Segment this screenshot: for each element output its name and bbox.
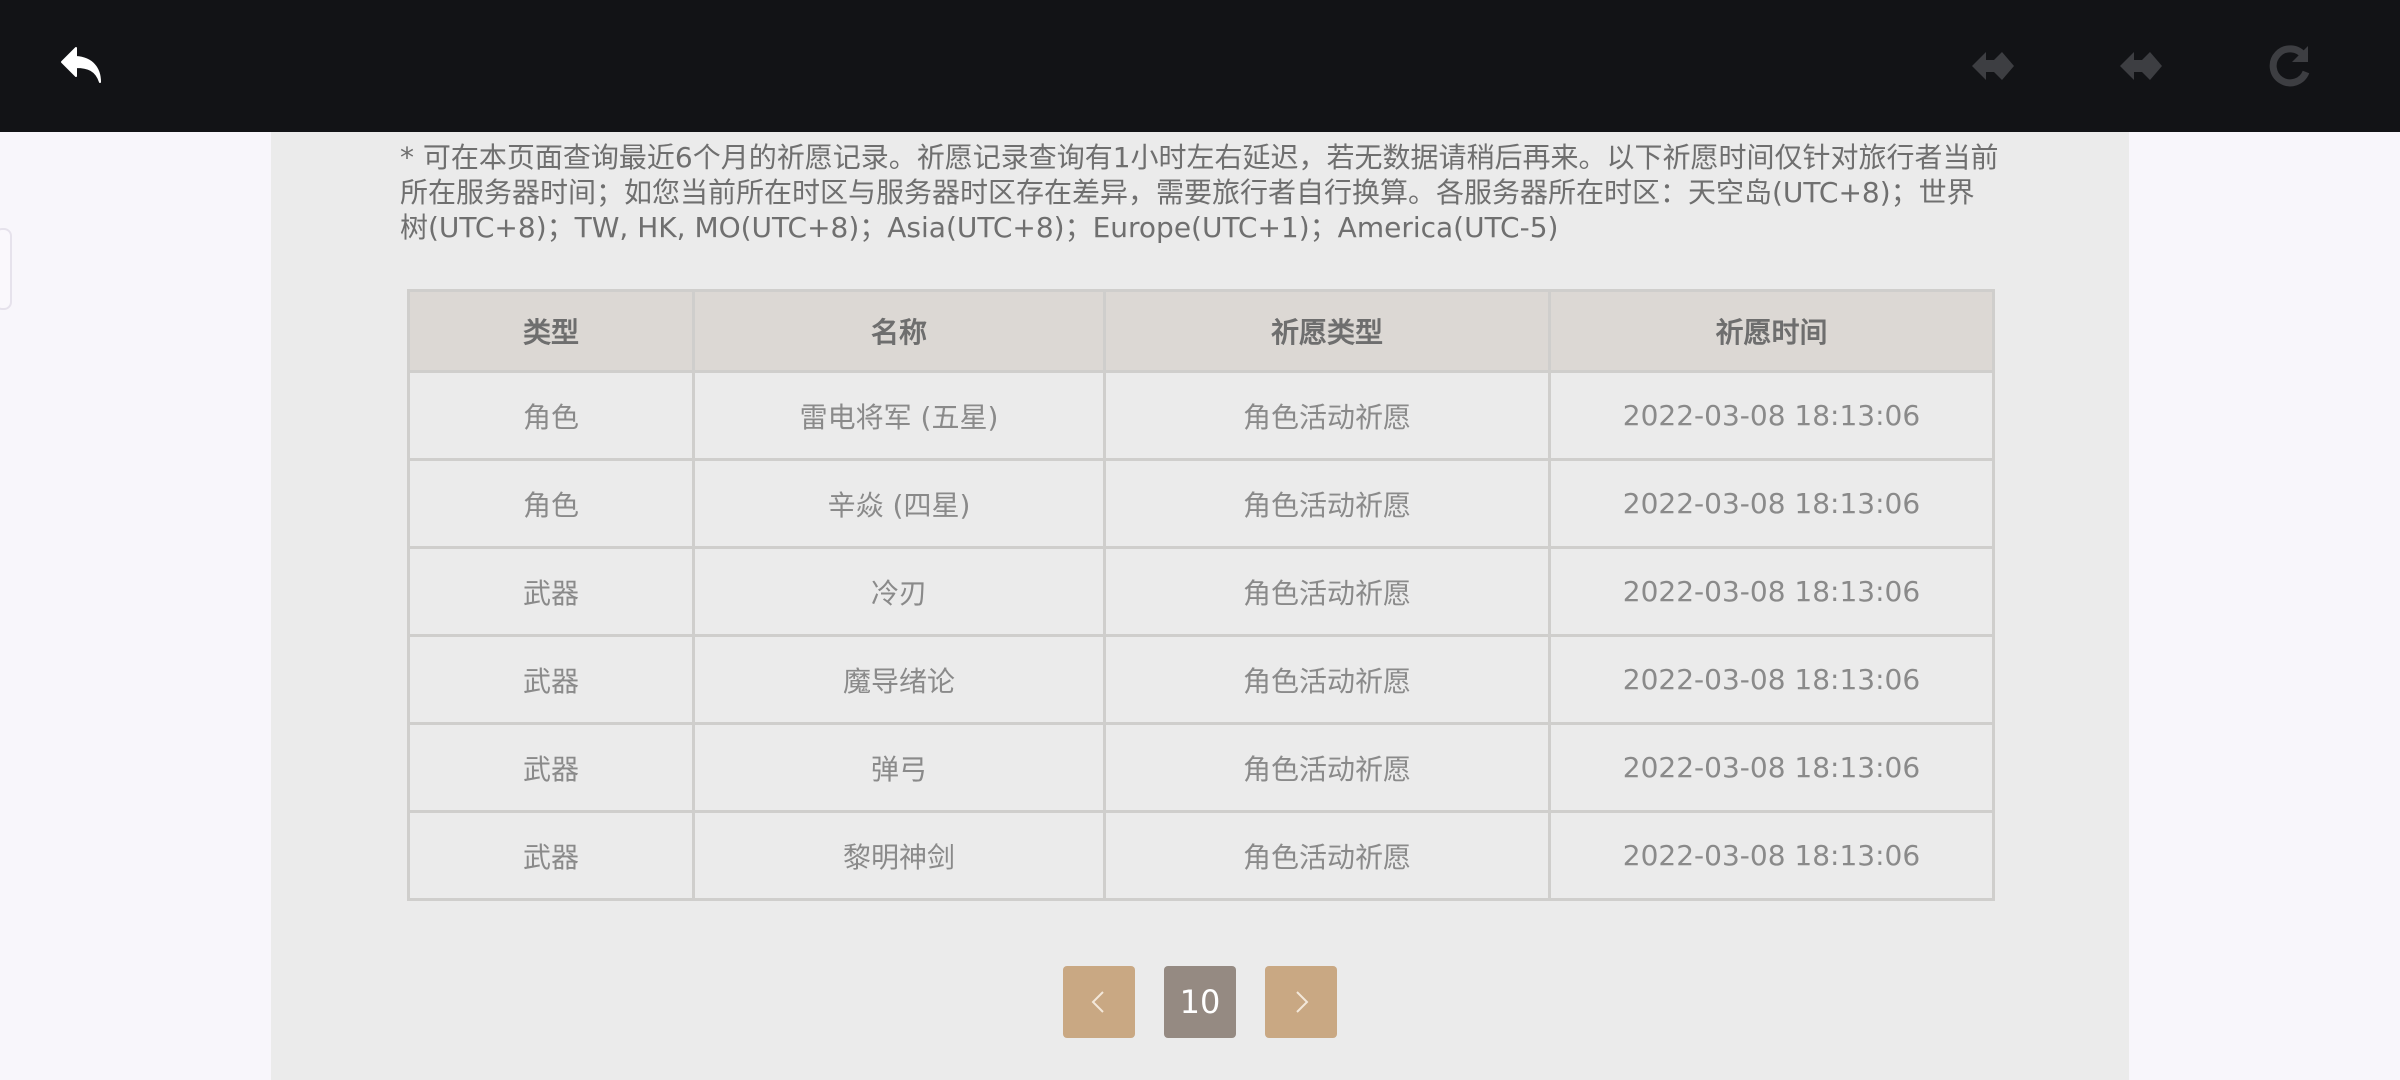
forward-button[interactable] [1956, 30, 2028, 102]
table-row: 武器 冷刃 角色活动祈愿 2022-03-08 18:13:06 [407, 546, 1995, 637]
cell-wish-type: 角色活动祈愿 [1103, 810, 1551, 901]
table-header-row: 类型 名称 祈愿类型 祈愿时间 [407, 289, 1995, 373]
header-type: 类型 [407, 289, 695, 373]
table-row: 角色 辛焱 (四星) 角色活动祈愿 2022-03-08 18:13:06 [407, 458, 1995, 549]
cell-name: 雷电将军 (五星) [692, 370, 1106, 461]
wish-history-table: 类型 名称 祈愿类型 祈愿时间 角色 雷电将军 (五星) 角色活动祈愿 2022… [407, 289, 1995, 901]
reload-icon [2269, 45, 2310, 87]
forward-icon [1972, 52, 2014, 80]
cell-type: 角色 [407, 458, 695, 549]
forward-button-2[interactable] [2104, 30, 2176, 102]
table-row: 武器 弹弓 角色活动祈愿 2022-03-08 18:13:06 [407, 722, 1995, 813]
cell-name: 黎明神剑 [692, 810, 1106, 901]
cell-wish-type: 角色活动祈愿 [1103, 458, 1551, 549]
table-row: 角色 雷电将军 (五星) 角色活动祈愿 2022-03-08 18:13:06 [407, 370, 1995, 461]
cell-time: 2022-03-08 18:13:06 [1548, 370, 1995, 461]
header-wish-type: 祈愿类型 [1103, 289, 1551, 373]
cell-type: 武器 [407, 810, 695, 901]
header-wish-time: 祈愿时间 [1548, 289, 1995, 373]
wish-history-notice: * 可在本页面查询最近6个月的祈愿记录。祈愿记录查询有1小时左右延迟，若无数据请… [400, 141, 1999, 244]
top-toolbar [0, 0, 2400, 132]
prev-page-button[interactable] [1063, 966, 1135, 1038]
side-handle[interactable] [0, 228, 12, 310]
cell-wish-type: 角色活动祈愿 [1103, 634, 1551, 725]
chevron-left-icon [1091, 991, 1104, 1013]
cell-name: 弹弓 [692, 722, 1106, 813]
cell-name: 冷刃 [692, 546, 1106, 637]
header-name: 名称 [692, 289, 1106, 373]
reload-button[interactable] [2254, 30, 2326, 102]
back-button[interactable] [46, 30, 118, 102]
cell-time: 2022-03-08 18:13:06 [1548, 458, 1995, 549]
current-page-indicator: 10 [1164, 966, 1236, 1038]
table-row: 武器 黎明神剑 角色活动祈愿 2022-03-08 18:13:06 [407, 810, 1995, 901]
next-page-button[interactable] [1265, 966, 1337, 1038]
cell-name: 魔导绪论 [692, 634, 1106, 725]
cell-time: 2022-03-08 18:13:06 [1548, 546, 1995, 637]
cell-time: 2022-03-08 18:13:06 [1548, 810, 1995, 901]
cell-wish-type: 角色活动祈愿 [1103, 546, 1551, 637]
cell-type: 武器 [407, 634, 695, 725]
cell-time: 2022-03-08 18:13:06 [1548, 634, 1995, 725]
cell-time: 2022-03-08 18:13:06 [1548, 722, 1995, 813]
cell-wish-type: 角色活动祈愿 [1103, 722, 1551, 813]
cell-type: 武器 [407, 546, 695, 637]
chevron-right-icon [1296, 991, 1309, 1013]
cell-type: 角色 [407, 370, 695, 461]
cell-name: 辛焱 (四星) [692, 458, 1106, 549]
forward-icon [2120, 52, 2162, 80]
cell-wish-type: 角色活动祈愿 [1103, 370, 1551, 461]
cell-type: 武器 [407, 722, 695, 813]
back-arrow-icon [61, 47, 101, 83]
table-row: 武器 魔导绪论 角色活动祈愿 2022-03-08 18:13:06 [407, 634, 1995, 725]
